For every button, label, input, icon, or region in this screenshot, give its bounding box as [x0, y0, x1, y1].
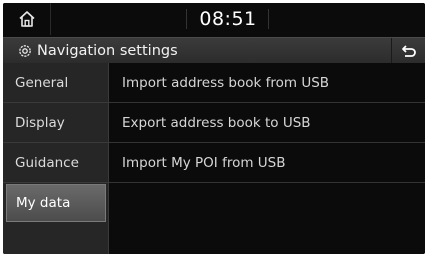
home-button[interactable]	[3, 3, 51, 35]
sidebar-item-guidance[interactable]: Guidance	[3, 143, 108, 183]
status-divider	[186, 9, 187, 29]
back-arrow-icon	[401, 45, 416, 57]
sidebar-item-my-data[interactable]: My data	[6, 184, 106, 222]
export-address-book-item[interactable]: Export address book to USB	[109, 103, 425, 143]
settings-list: Import address book from USB Export addr…	[108, 63, 425, 254]
sidebar-item-general[interactable]: General	[3, 63, 108, 103]
settings-sidebar: General Display Guidance My data	[3, 63, 108, 254]
import-my-poi-item[interactable]: Import My POI from USB	[109, 143, 425, 183]
list-item-label: Export address book to USB	[122, 114, 311, 131]
sidebar-item-label: Guidance	[15, 154, 79, 171]
list-item-label: Import address book from USB	[122, 74, 330, 91]
import-address-book-item[interactable]: Import address book from USB	[109, 63, 425, 103]
sidebar-item-label: Display	[15, 114, 65, 131]
status-divider	[268, 9, 269, 29]
clock: 08:51	[199, 8, 257, 30]
page-title: Navigation settings	[37, 43, 178, 59]
title-bar: Navigation settings	[3, 37, 425, 64]
sidebar-item-label: My data	[16, 195, 71, 211]
sidebar-item-display[interactable]: Display	[3, 103, 108, 143]
status-bar: 08:51	[3, 3, 425, 35]
head-unit-screen: 08:51 Navigation settings General Displa…	[3, 3, 425, 254]
gear-icon	[19, 45, 31, 57]
back-button[interactable]	[391, 38, 425, 64]
list-item-label: Import My POI from USB	[122, 154, 286, 171]
home-icon	[18, 11, 35, 27]
sidebar-item-label: General	[15, 74, 69, 91]
